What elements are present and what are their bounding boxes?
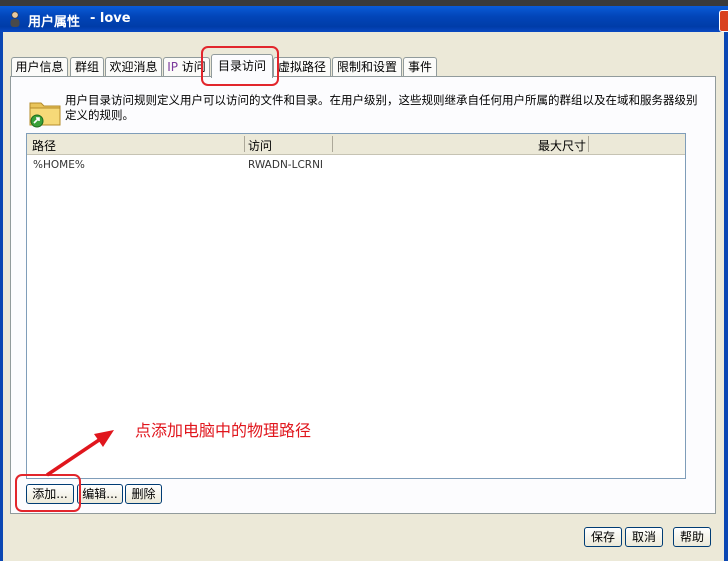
- window-border-right: [724, 32, 728, 561]
- title-bar: 用户属性 - love: [0, 6, 728, 32]
- cell-path: %HOME%: [33, 159, 85, 171]
- tab-welcome-message[interactable]: 欢迎消息: [105, 57, 162, 77]
- annotation-text: 点添加电脑中的物理路径: [135, 421, 312, 440]
- cancel-button[interactable]: 取消: [625, 527, 663, 547]
- column-max-size[interactable]: 最大尺寸: [538, 137, 586, 154]
- window-subtitle: - love: [90, 11, 131, 26]
- column-separator[interactable]: [332, 136, 333, 152]
- help-button[interactable]: 帮助: [673, 527, 711, 547]
- tab-ip-label: IP: [167, 60, 178, 74]
- add-button[interactable]: 添加...: [26, 484, 74, 504]
- tab-ip-access[interactable]: IP 访问: [163, 57, 210, 77]
- column-separator[interactable]: [588, 136, 589, 152]
- tab-user-info[interactable]: 用户信息: [11, 57, 68, 77]
- tab-ip-label-rest: 访问: [177, 60, 206, 74]
- tab-directory-access[interactable]: 目录访问: [211, 54, 273, 78]
- table-row[interactable]: %HOME% RWADN-LCRNI: [27, 158, 685, 174]
- column-access[interactable]: 访问: [248, 137, 272, 154]
- tab-limits-settings[interactable]: 限制和设置: [332, 57, 402, 77]
- tab-events[interactable]: 事件: [403, 57, 437, 77]
- description-text: 用户目录访问规则定义用户可以访问的文件和目录。在用户级别，这些规则继承自任何用户…: [65, 93, 698, 122]
- edit-button[interactable]: 编辑...: [77, 484, 123, 504]
- list-header: 路径 访问 最大尺寸: [27, 134, 685, 155]
- cell-access: RWADN-LCRNI: [248, 159, 324, 171]
- user-icon: [10, 11, 20, 27]
- annotation-arrow: [46, 430, 114, 477]
- save-button[interactable]: 保存: [584, 527, 622, 547]
- folder-icon: [29, 102, 61, 128]
- column-path[interactable]: 路径: [32, 137, 56, 154]
- tab-virtual-paths[interactable]: 虚拟路径: [273, 57, 331, 77]
- close-button-edge[interactable]: [719, 10, 728, 32]
- directory-rules-list[interactable]: 路径 访问 最大尺寸 %HOME% RWADN-LCRNI: [26, 133, 686, 479]
- window-border-left: [0, 32, 3, 561]
- tab-groups[interactable]: 群组: [70, 57, 104, 77]
- delete-button[interactable]: 删除: [125, 484, 162, 504]
- column-separator[interactable]: [244, 136, 245, 152]
- window-title: 用户属性: [28, 15, 81, 30]
